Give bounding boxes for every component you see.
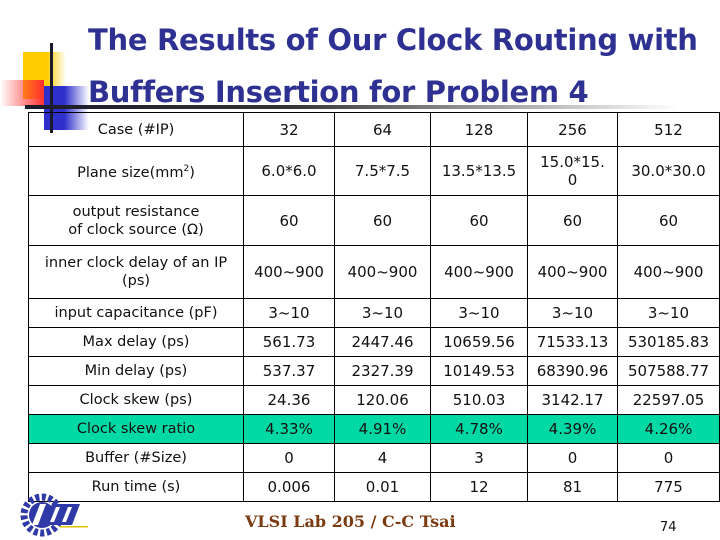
value-cell: 400~900 <box>527 245 618 299</box>
value-cell: 6.0*6.0 <box>243 146 335 196</box>
value-cell: 12 <box>430 472 528 502</box>
value-cell: 10659.56 <box>430 327 528 357</box>
value-cell: 0.006 <box>243 472 335 502</box>
value-cell: 510.03 <box>430 385 528 415</box>
value-cell: 0.01 <box>334 472 431 502</box>
decor-red-square <box>0 80 44 106</box>
value-cell: 15.0*15. 0 <box>527 146 618 196</box>
value-cell: 0 <box>243 443 335 473</box>
table-row: Min delay (ps) 537.37 2327.39 10149.53 68390… <box>28 356 720 386</box>
value-cell: 3~10 <box>243 298 335 328</box>
header-value-cell: 256 <box>527 112 618 147</box>
value-cell: 3~10 <box>334 298 431 328</box>
ntut-logo-icon <box>20 493 88 537</box>
value-cell: 561.73 <box>243 327 335 357</box>
value-cell: 3 <box>430 443 528 473</box>
table-row: Run time (s) 0.006 0.01 12 81 775 <box>28 472 720 502</box>
value-cell: 60 <box>527 195 618 246</box>
footer-credit: VLSI Lab 205 / C-C Tsai <box>245 512 456 531</box>
header-label-cell: Case (#IP) <box>28 112 244 147</box>
value-cell: 30.0*30.0 <box>617 146 720 196</box>
value-cell: 4.91% <box>334 414 431 444</box>
value-cell: 4 <box>334 443 431 473</box>
table-row: Max delay (ps) 561.73 2447.46 10659.56 71533… <box>28 327 720 357</box>
value-cell: 60 <box>243 195 335 246</box>
table-row: output resistance of clock source (Ω) 60 6… <box>28 195 720 246</box>
table-row: Clock skew ratio 4.33% 4.91% 4.78% 4.39% 4.26… <box>28 414 720 444</box>
table-row: Plane size(mm2) 6.0*6.0 7.5*7.5 13.5*13.5 15… <box>28 146 720 196</box>
table-row: inner clock delay of an IP (ps) 400~900 40… <box>28 245 720 299</box>
slide-title-line-2: Buffers Insertion for Problem 4 <box>88 75 589 109</box>
row-label-cell: input capacitance (pF) <box>28 298 244 328</box>
table-row: input capacitance (pF) 3~10 3~10 3~10 3~10 3~… <box>28 298 720 328</box>
value-cell: 775 <box>617 472 720 502</box>
page-number: 74 <box>660 520 677 535</box>
table-header-row: Case (#IP) 32 64 128 256 512 <box>28 112 720 147</box>
row-label-cell: inner clock delay of an IP (ps) <box>28 245 244 299</box>
table-row: Buffer (#Size) 0 4 3 0 0 <box>28 443 720 473</box>
row-label-cell: Min delay (ps) <box>28 356 244 386</box>
header-value-cell: 512 <box>617 112 720 147</box>
value-cell: 3~10 <box>527 298 618 328</box>
value-cell: 4.39% <box>527 414 618 444</box>
value-cell: 0 <box>617 443 720 473</box>
slide-title: The Results of Our Clock Routing with Bu… <box>88 14 718 118</box>
value-cell: 0 <box>527 443 618 473</box>
value-cell: 68390.96 <box>527 356 618 386</box>
value-cell: 13.5*13.5 <box>430 146 528 196</box>
table-row: Clock skew (ps) 24.36 120.06 510.03 3142.17 2… <box>28 385 720 415</box>
value-cell: 3~10 <box>617 298 720 328</box>
value-cell: 3142.17 <box>527 385 618 415</box>
value-cell: 10149.53 <box>430 356 528 386</box>
header-value-cell: 32 <box>243 112 335 147</box>
value-cell: 3~10 <box>430 298 528 328</box>
value-cell: 71533.13 <box>527 327 618 357</box>
value-cell: 4.33% <box>243 414 335 444</box>
value-cell: 24.36 <box>243 385 335 415</box>
row-label-cell: Max delay (ps) <box>28 327 244 357</box>
value-cell: 22597.05 <box>617 385 720 415</box>
value-cell: 2447.46 <box>334 327 431 357</box>
value-cell: 7.5*7.5 <box>334 146 431 196</box>
value-cell: 530185.83 <box>617 327 720 357</box>
row-label-cell: Clock skew (ps) <box>28 385 244 415</box>
value-cell: 400~900 <box>430 245 528 299</box>
header-value-cell: 128 <box>430 112 528 147</box>
row-label-cell: output resistance of clock source (Ω) <box>28 195 244 246</box>
value-cell: 4.26% <box>617 414 720 444</box>
row-label-cell: Plane size(mm2) <box>28 146 244 196</box>
row-label-cell: Clock skew ratio <box>28 414 244 444</box>
value-cell: 400~900 <box>617 245 720 299</box>
value-cell: 81 <box>527 472 618 502</box>
results-table: Case (#IP) 32 64 128 256 512 Plane size(mm2) 6.… <box>28 112 720 502</box>
row-label-text: Plane size(mm <box>77 164 184 181</box>
value-cell: 507588.77 <box>617 356 720 386</box>
value-cell: 537.37 <box>243 356 335 386</box>
value-cell: 400~900 <box>243 245 335 299</box>
value-cell: 120.06 <box>334 385 431 415</box>
value-cell: 60 <box>430 195 528 246</box>
header-value-cell: 64 <box>334 112 431 147</box>
slide-title-line-1: The Results of Our Clock Routing with <box>88 23 698 57</box>
value-cell: 60 <box>617 195 720 246</box>
value-cell: 4.78% <box>430 414 528 444</box>
row-label-cell: Buffer (#Size) <box>28 443 244 473</box>
value-cell: 2327.39 <box>334 356 431 386</box>
row-label-text-end: ) <box>189 164 195 181</box>
value-cell: 400~900 <box>334 245 431 299</box>
value-cell: 60 <box>334 195 431 246</box>
